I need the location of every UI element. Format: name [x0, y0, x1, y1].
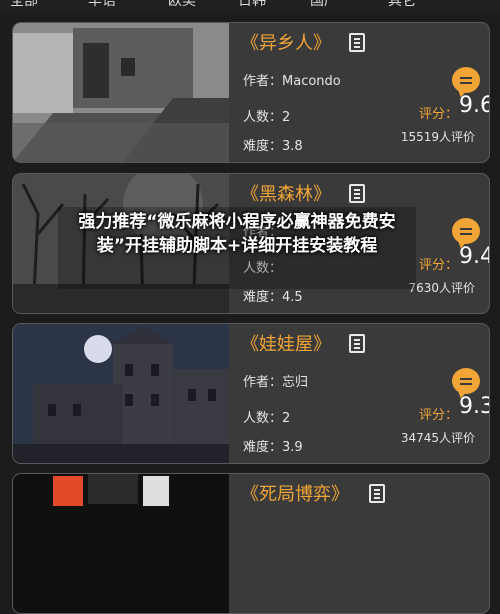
room-info: 《死局博弈》 [229, 474, 489, 613]
people-count: 2 [282, 110, 291, 125]
review-count: 15519人评价 [400, 130, 475, 144]
document-icon[interactable] [369, 484, 385, 503]
room-title[interactable]: 《黑森林》 [241, 180, 331, 206]
tab-0[interactable]: 全部 [10, 0, 38, 9]
tab-5[interactable]: 其它 [388, 0, 416, 9]
room-card[interactable]: 《死局博弈》 [12, 473, 490, 614]
room-card[interactable]: 《异乡人》 作者：Macondo 人数：2 难度：3.8 评分： 9.6 155… [12, 22, 490, 163]
difficulty-value: 3.8 [282, 139, 303, 154]
difficulty-row: 难度：3.9 [243, 440, 303, 455]
poster-image [13, 23, 229, 162]
top-tab-bar: 全部 华语 欧美 日韩 国产 其它 [0, 0, 500, 12]
author-row: 作者：忘归 [243, 375, 309, 390]
score-value: 9.4 [459, 244, 489, 269]
chat-bubble-icon[interactable] [452, 368, 480, 394]
author-name: 忘归 [282, 375, 309, 390]
tab-4[interactable]: 国产 [310, 0, 338, 9]
promo-overlay-text: 强力推荐“微乐麻将小程序必赢神器免费安装”开挂辅助脚本+详细开挂安装教程 [78, 212, 396, 256]
score-label: 评分： [419, 107, 459, 122]
document-icon[interactable] [349, 33, 365, 52]
score-label: 评分： [419, 408, 459, 423]
chat-bubble-icon[interactable] [452, 67, 480, 93]
difficulty-value: 4.5 [282, 290, 303, 305]
people-row: 人数：2 [243, 110, 291, 125]
difficulty-value: 3.9 [282, 440, 303, 455]
document-icon[interactable] [349, 334, 365, 353]
poster-image [13, 324, 229, 463]
score-value: 9.3 [459, 394, 489, 419]
chat-bubble-icon[interactable] [452, 218, 480, 244]
poster-image [13, 474, 229, 613]
tab-3[interactable]: 日韩 [238, 0, 266, 9]
score-label: 评分： [419, 258, 459, 273]
author-name: Macondo [282, 74, 341, 89]
review-count: 7630人评价 [408, 281, 475, 295]
people-row: 人数：2 [243, 411, 291, 426]
tab-2[interactable]: 欧美 [168, 0, 196, 9]
room-title[interactable]: 《异乡人》 [241, 29, 331, 55]
document-icon[interactable] [349, 184, 365, 203]
room-title[interactable]: 《娃娃屋》 [241, 330, 331, 356]
review-count: 34745人评价 [400, 431, 475, 445]
room-info: 《异乡人》 作者：Macondo 人数：2 难度：3.8 评分： 9.6 155… [229, 23, 489, 162]
difficulty-row: 难度：3.8 [243, 139, 303, 154]
tab-1[interactable]: 华语 [88, 0, 116, 9]
room-card[interactable]: 《娃娃屋》 作者：忘归 人数：2 难度：3.9 评分： 9.3 34745人评价 [12, 323, 490, 464]
people-count: 2 [282, 411, 291, 426]
room-title[interactable]: 《死局博弈》 [241, 480, 349, 506]
score-value: 9.6 [459, 93, 489, 118]
room-info: 《娃娃屋》 作者：忘归 人数：2 难度：3.9 评分： 9.3 34745人评价 [229, 324, 489, 463]
author-row: 作者：Macondo [243, 74, 341, 89]
